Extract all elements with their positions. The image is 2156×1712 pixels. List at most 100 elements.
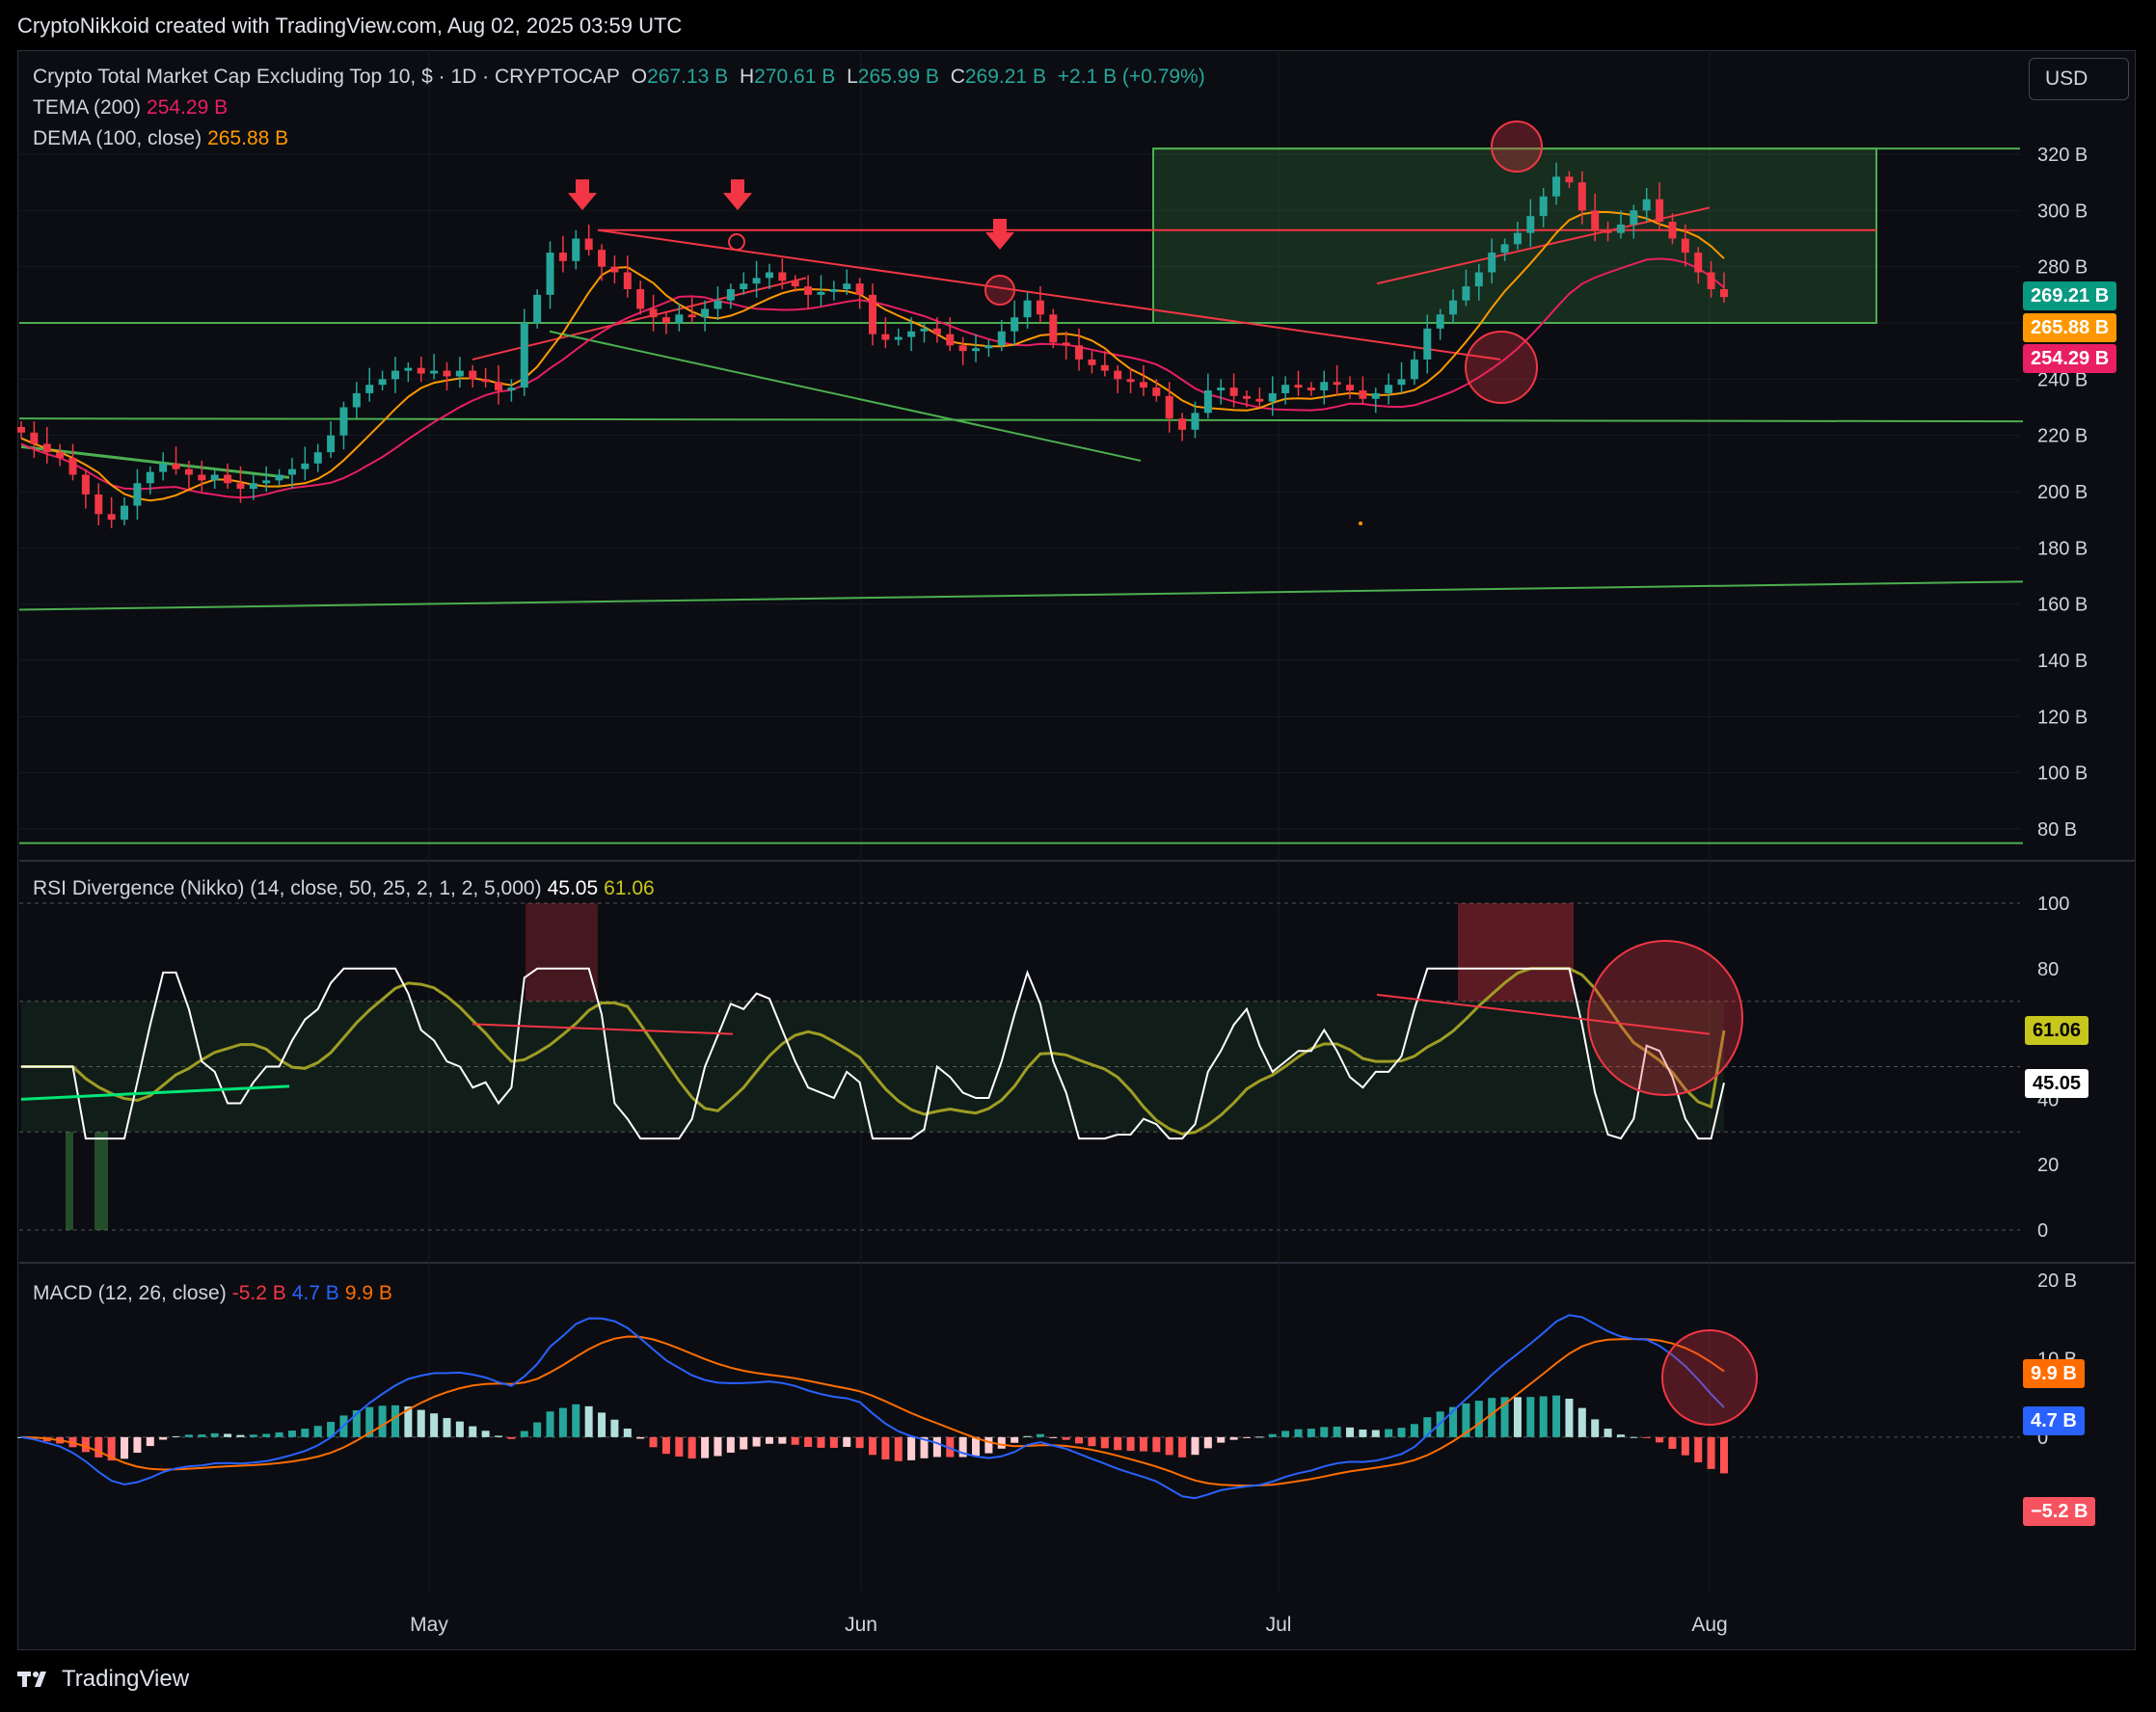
candle [958, 345, 967, 352]
price-axis-label: 280 B [2037, 257, 2088, 279]
currency-button[interactable]: USD [2029, 58, 2129, 100]
candle [623, 272, 632, 289]
chart-canvas[interactable]: MayJunJulAug320 B300 B280 B260 B240 B220… [0, 0, 2156, 1712]
macd-histogram-bar [572, 1404, 580, 1437]
tradingview-logo[interactable]: TradingView [17, 1666, 189, 1693]
macd-histogram-bar [1707, 1436, 1715, 1469]
candle [1552, 176, 1561, 197]
macd-histogram-bar [584, 1405, 593, 1437]
macd-histogram-bar [1178, 1436, 1187, 1458]
macd-histogram-bar [778, 1436, 787, 1444]
macd-histogram-bar [1281, 1431, 1290, 1437]
candle [843, 283, 851, 289]
rsi-overbought-jul [1458, 903, 1574, 1002]
macd-hist-tag: −5.2 B [2023, 1497, 2096, 1526]
candle [17, 426, 25, 433]
macd-label[interactable]: MACD (12, 26, close) [33, 1282, 227, 1304]
candle [1217, 388, 1226, 390]
candle [546, 253, 554, 295]
candle [1616, 224, 1625, 233]
macd-histogram-bar [262, 1433, 271, 1437]
macd-histogram-bar [649, 1436, 658, 1448]
candle [984, 345, 993, 349]
candle [1203, 390, 1212, 414]
macd-histogram-bar [1604, 1429, 1612, 1437]
candle [661, 317, 670, 323]
macd-histogram-bar [184, 1434, 193, 1437]
candle [1114, 370, 1122, 380]
candle [417, 367, 425, 374]
macd-histogram-bar [1320, 1427, 1329, 1437]
candle [598, 250, 606, 267]
highlight-circle-small [984, 275, 1015, 306]
candle [1410, 359, 1418, 380]
macd-histogram-bar [313, 1426, 322, 1437]
macd-histogram-bar [275, 1431, 283, 1437]
macd-histogram-bar [1036, 1433, 1044, 1437]
macd-histogram-bar [791, 1436, 799, 1445]
candle [1656, 199, 1664, 222]
candle [701, 308, 710, 318]
candle [210, 474, 219, 481]
candle [1062, 342, 1070, 346]
macd-histogram-bar [714, 1436, 722, 1457]
rsi-label[interactable]: RSI Divergence (Nikko) (14, close, 50, 2… [33, 877, 542, 899]
candle [972, 348, 981, 352]
macd-histogram-bar [1526, 1397, 1535, 1437]
candle [1462, 286, 1470, 301]
macd-histogram-bar [443, 1418, 451, 1437]
rsi-axis-label: 100 [2037, 894, 2069, 915]
candle [81, 474, 90, 495]
symbol-title[interactable]: Crypto Total Market Cap Excluding Top 10… [33, 66, 620, 88]
candle [507, 388, 516, 390]
candle [1513, 232, 1522, 245]
candle [1642, 199, 1651, 211]
rsi-axis-label: 20 [2037, 1155, 2059, 1176]
macd-histogram-bar [1203, 1436, 1212, 1449]
main-legend: Crypto Total Market Cap Excluding Top 10… [33, 66, 1211, 89]
candle [339, 407, 348, 436]
candle [1011, 317, 1019, 332]
candle [1359, 390, 1367, 399]
candle [1694, 253, 1703, 273]
macd-histogram-bar [1100, 1436, 1109, 1449]
macd-tag: 4.7 B [2023, 1406, 2085, 1435]
candle [313, 452, 322, 464]
candle [1668, 222, 1677, 239]
candle [430, 370, 439, 374]
macd-histogram-bar [94, 1436, 103, 1458]
candle [198, 474, 206, 481]
macd-histogram-bar [636, 1436, 645, 1439]
candle [726, 289, 735, 301]
macd-histogram-bar [1294, 1429, 1303, 1437]
candle [1023, 300, 1032, 318]
candle [1720, 289, 1728, 298]
price-axis-label: 120 B [2037, 707, 2088, 728]
rsi-legend: RSI Divergence (Nikko) (14, close, 50, 2… [33, 877, 660, 900]
macd-histogram-bar [210, 1432, 219, 1437]
macd-histogram-bar [455, 1421, 464, 1437]
candle [184, 468, 193, 475]
macd-histogram-bar [1114, 1436, 1122, 1451]
signal-value: 9.9 B [344, 1282, 392, 1304]
macd-histogram-bar [1242, 1436, 1251, 1438]
macd-histogram-bar [1656, 1436, 1664, 1443]
candle [1126, 379, 1135, 383]
candle [894, 336, 903, 340]
candle [932, 328, 941, 334]
macd-histogram-bar [1217, 1436, 1226, 1443]
macd-histogram-bar [133, 1436, 142, 1453]
macd-histogram-bar [817, 1436, 825, 1448]
candle [121, 505, 129, 521]
candle [275, 474, 283, 481]
tema-label[interactable]: TEMA (200) [33, 96, 141, 119]
candle [1423, 328, 1432, 360]
candle [1307, 388, 1315, 390]
macd-histogram-bar [287, 1431, 296, 1437]
candle [1320, 382, 1329, 390]
macd-histogram-bar [1565, 1398, 1574, 1437]
tema-value: 254.29 B [147, 96, 229, 119]
time-axis-label-jul: Jul [1266, 1614, 1292, 1636]
dema-label[interactable]: DEMA (100, close) [33, 127, 202, 149]
candle [1281, 385, 1290, 393]
